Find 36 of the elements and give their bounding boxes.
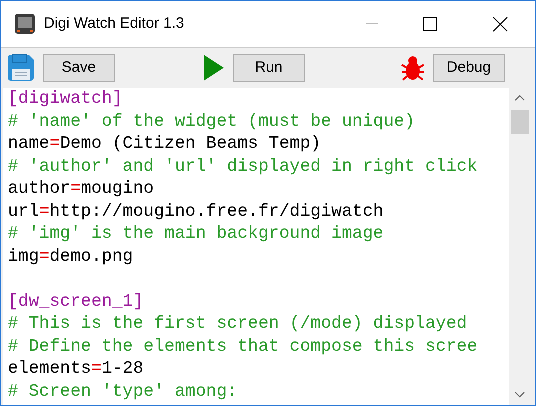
equals-sign: = [39, 202, 50, 224]
comment-line: # 'img' is the main background image [8, 224, 384, 246]
comment-line: # 'author' and 'url' displayed in right click [8, 156, 478, 178]
scroll-up-icon [515, 95, 525, 101]
setting-value: 1-28 [102, 359, 144, 381]
section-header: [digiwatch] [8, 89, 123, 111]
section-header: [dw_screen_1] [8, 292, 144, 314]
setting-value: demo.png [50, 246, 134, 268]
maximize-icon [423, 17, 437, 31]
scrollbar-thumb[interactable] [511, 110, 529, 134]
setting-value: http://mougino.free.fr/digiwatch [50, 202, 384, 224]
equals-sign: = [50, 134, 60, 156]
minimize-icon [366, 23, 378, 25]
setting-key: name [8, 134, 50, 156]
setting-value: Demo (Citizen Beams Temp) [60, 134, 322, 156]
app-icon [14, 13, 36, 35]
setting-value: mougino [81, 179, 154, 201]
equals-sign: = [70, 179, 82, 201]
toolbar-button[interactable]: Run [233, 54, 305, 82]
setting-key: img [8, 246, 40, 269]
close-icon [492, 16, 508, 32]
bug-icon [401, 55, 425, 81]
scroll-down-icon [515, 392, 525, 398]
comment-line: # Define the elements that compose this scree [8, 336, 478, 358]
play-icon [203, 54, 225, 82]
comment-line: # 'name' of the widget (must be unique) [8, 112, 416, 134]
toolbar-button[interactable]: Save [43, 54, 115, 82]
setting-key: url [8, 202, 40, 224]
setting-key: elements [8, 359, 92, 382]
equals-sign: = [39, 246, 50, 268]
equals-sign: = [92, 359, 102, 381]
toolbar-button[interactable]: Debug [433, 54, 505, 82]
setting-key: author [8, 179, 71, 202]
comment-line: # This is the first screen (/mode) displayed [8, 314, 468, 336]
comment-line: # Screen 'type' among: [8, 382, 238, 404]
window-title: Digi Watch Editor 1.3 [44, 14, 184, 34]
